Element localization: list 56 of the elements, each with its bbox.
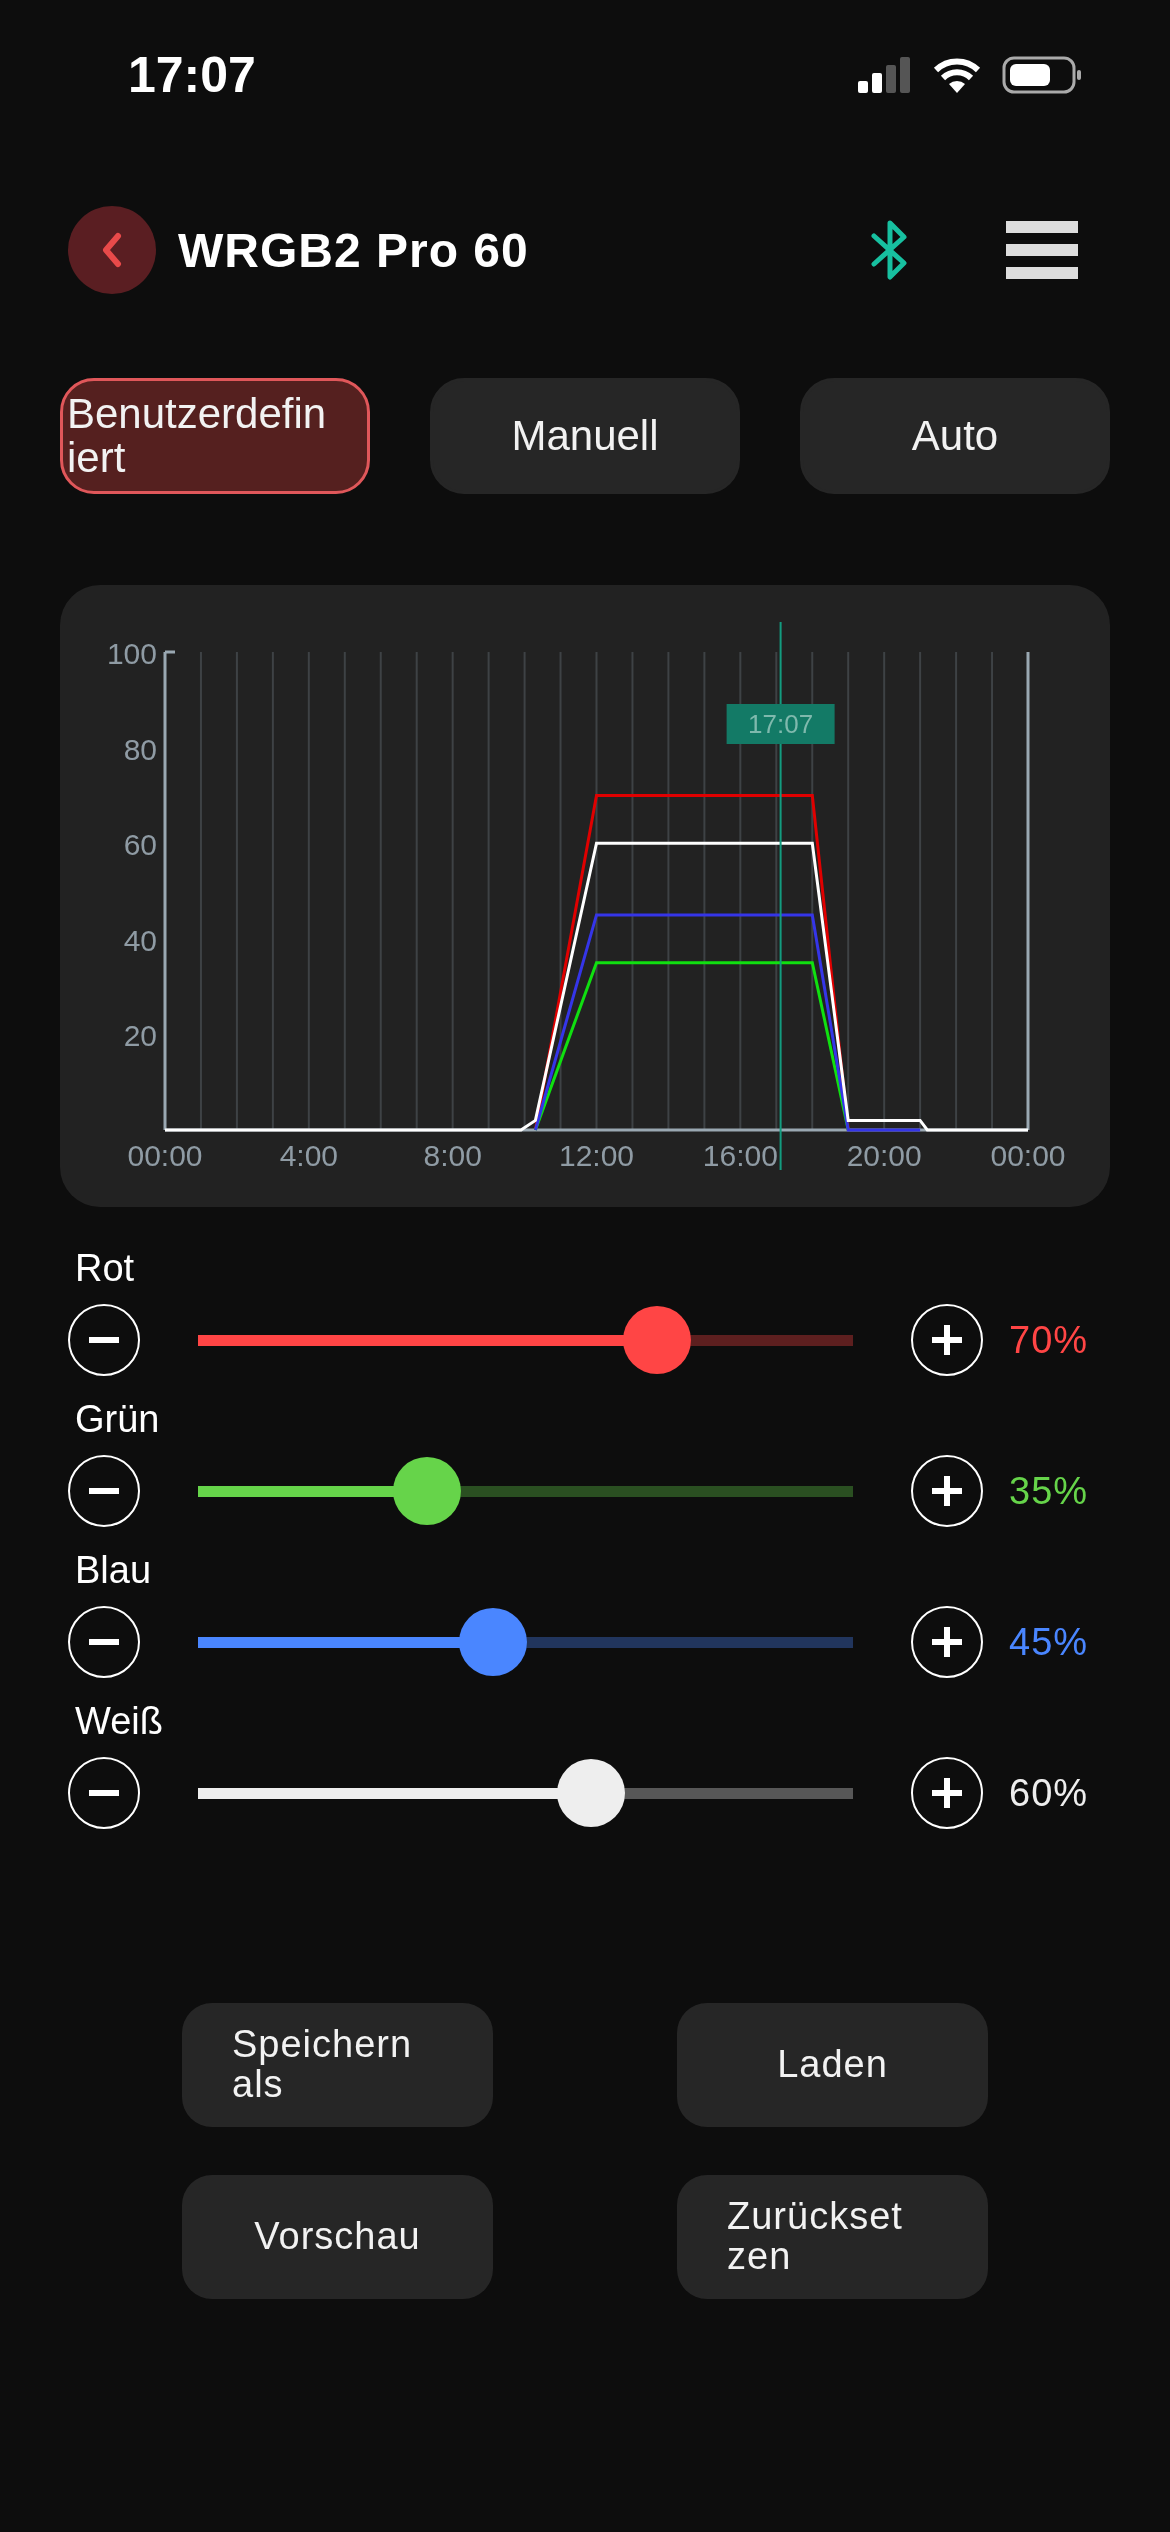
action-button[interactable]: Speichern als — [182, 2003, 493, 2127]
action-button[interactable]: Zurücksetzen — [677, 2175, 988, 2299]
minus-icon — [89, 1337, 119, 1343]
signal-icon — [858, 57, 912, 93]
plus-icon — [932, 1325, 962, 1355]
x-tick-label: 20:00 — [846, 1139, 922, 1172]
battery-icon — [1002, 56, 1082, 94]
minus-button[interactable] — [68, 1455, 140, 1527]
menu-icon[interactable] — [1006, 221, 1078, 279]
channel-value: 70% — [1009, 1318, 1089, 1362]
plus-button[interactable] — [911, 1304, 983, 1376]
channel-value: 45% — [1009, 1620, 1089, 1664]
mode-tab[interactable]: Manuell — [430, 378, 740, 494]
time-badge-label: 17:07 — [748, 709, 814, 739]
minus-button[interactable] — [68, 1757, 140, 1829]
y-tick-label: 40 — [123, 923, 157, 957]
x-tick-label: 12:00 — [558, 1139, 635, 1172]
action-button[interactable]: Laden — [677, 2003, 988, 2127]
channel-value: 35% — [1009, 1469, 1089, 1513]
y-tick-label: 80 — [123, 732, 157, 766]
minus-icon — [89, 1790, 119, 1796]
status-time: 17:07 — [128, 46, 256, 104]
plus-button[interactable] — [911, 1455, 983, 1527]
minus-button[interactable] — [68, 1304, 140, 1376]
plus-button[interactable] — [911, 1606, 983, 1678]
bluetooth-icon[interactable] — [870, 219, 910, 281]
minus-icon — [89, 1639, 119, 1645]
channel-label: Grün — [75, 1398, 160, 1441]
device-title: WRGB2 Pro 60 — [178, 222, 529, 278]
minus-icon — [89, 1488, 119, 1494]
slider[interactable] — [198, 1608, 853, 1676]
channel-label: Blau — [75, 1549, 152, 1592]
y-tick-label: 60 — [123, 828, 157, 862]
y-tick-label: 20 — [123, 1019, 157, 1053]
back-icon — [100, 232, 124, 268]
channel-label: Weiß — [75, 1700, 163, 1743]
action-button[interactable]: Vorschau — [182, 2175, 493, 2299]
x-tick-label: 16:00 — [702, 1139, 778, 1172]
wifi-icon — [932, 57, 982, 93]
plus-button[interactable] — [911, 1757, 983, 1829]
slider[interactable] — [198, 1457, 853, 1525]
plus-icon — [932, 1627, 962, 1657]
plus-icon — [932, 1778, 962, 1808]
minus-button[interactable] — [68, 1606, 140, 1678]
slider[interactable] — [198, 1759, 853, 1827]
x-tick-label: 00:00 — [127, 1139, 203, 1172]
channel-value: 60% — [1009, 1771, 1089, 1815]
mode-tab[interactable]: Auto — [800, 378, 1110, 494]
x-tick-label: 4:00 — [279, 1139, 339, 1172]
mode-tab[interactable]: Benutzerdefiniert — [60, 378, 370, 494]
x-tick-label: 00:00 — [990, 1139, 1066, 1172]
y-tick-label: 100 — [106, 637, 157, 670]
plus-icon — [932, 1476, 962, 1506]
channel-label: Rot — [75, 1247, 135, 1290]
slider[interactable] — [198, 1306, 853, 1374]
x-tick-label: 8:00 — [423, 1139, 482, 1172]
